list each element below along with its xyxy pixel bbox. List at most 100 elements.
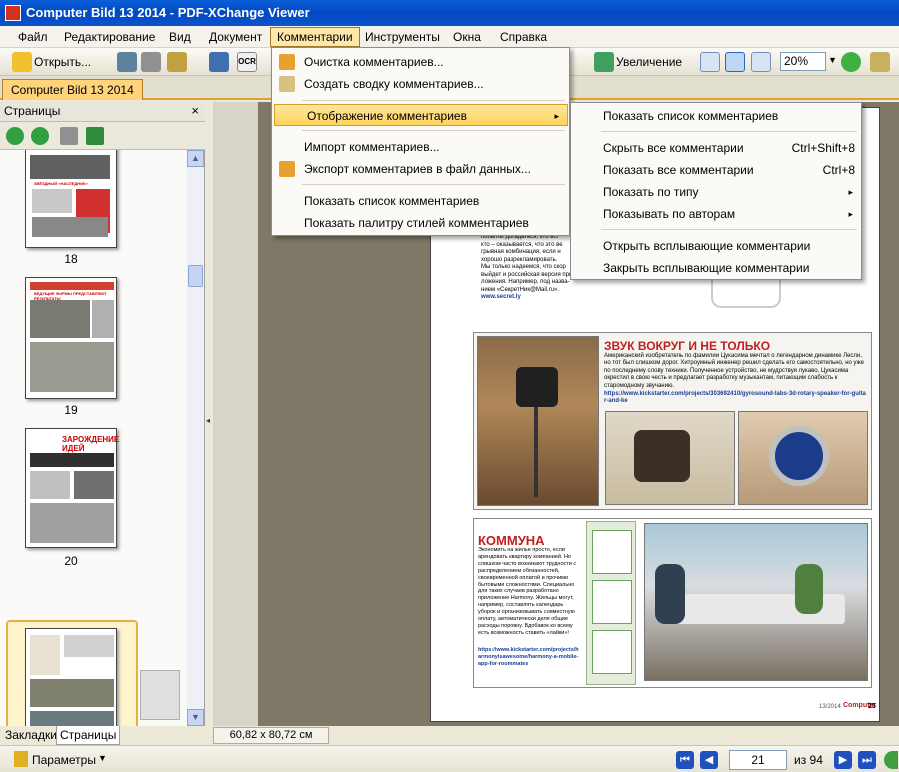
zoom-in-icon[interactable] (6, 127, 24, 145)
previous-page-edge (213, 102, 258, 726)
extract-pages-icon[interactable] (86, 127, 104, 145)
page-count: из 94 (794, 753, 823, 767)
menu-clear-comments[interactable]: Очистка комментариев... (272, 51, 569, 73)
comments-display-submenu: Показать список комментариев Скрыть все … (570, 102, 862, 280)
tool-icon[interactable] (870, 52, 890, 72)
panel-splitter[interactable]: ◂ (205, 102, 213, 726)
scroll-down-button[interactable]: ▼ (187, 709, 204, 726)
menu-separator (302, 130, 565, 131)
kommuna-body: Экономить на жилье просто, если арендова… (478, 547, 577, 636)
submenu-show-all-comments[interactable]: Показать все комментарии Ctrl+8 (571, 159, 861, 181)
footer-page-number: 25 (868, 703, 876, 710)
params-icon[interactable] (14, 751, 28, 767)
speaker-closeup-photo (605, 411, 735, 505)
sound-body: Американский изобретатель по фамилии Цук… (604, 353, 864, 389)
fit-width-icon[interactable] (751, 52, 771, 72)
menu-export-comments[interactable]: Экспорт комментариев в файл данных... (272, 158, 569, 180)
title-bar: Computer Bild 13 2014 - PDF-XChange View… (0, 0, 899, 26)
close-icon[interactable]: × (191, 104, 199, 118)
window-title: Computer Bild 13 2014 - PDF-XChange View… (26, 5, 310, 20)
zoom-input[interactable]: 20% (780, 52, 826, 71)
save-icon[interactable] (117, 52, 137, 72)
next-page-button[interactable]: ▶ (834, 751, 852, 769)
tab-pages[interactable]: Страницы (56, 726, 121, 745)
submenu-show-by-author[interactable]: Показывать по авторам ▸ (571, 203, 861, 225)
menu-separator (601, 229, 857, 230)
submenu-show-comments-list[interactable]: Показать список комментариев (571, 105, 861, 127)
eraser-icon (279, 54, 295, 70)
menu-summarize-comments[interactable]: Создать сводку комментариев... (272, 73, 569, 95)
menu-tools[interactable]: Инструменты (359, 29, 446, 46)
history-icon[interactable] (884, 751, 898, 769)
scroll-up-button[interactable]: ▲ (187, 150, 204, 167)
kommuna-link: https://www.kickstarter.com/projects/har… (478, 647, 579, 667)
pages-panel: Страницы × ЗВЁЗДНЫЙ «НАСЛЕДНИК» 18 ВЕДУЩ… (0, 102, 205, 726)
speaker-photo (477, 336, 599, 506)
menu-show-styles-palette[interactable]: Показать палитру стилей комментариев (272, 212, 569, 234)
params-dropdown-arrow[interactable]: ▼ (98, 753, 107, 763)
menu-show-comments-list[interactable]: Показать список комментариев (272, 190, 569, 212)
submenu-hide-all-comments[interactable]: Скрыть все комментарии Ctrl+Shift+8 (571, 137, 861, 159)
summary-icon (279, 76, 295, 92)
submenu-open-popups[interactable]: Открыть всплывающие комментарии (571, 235, 861, 257)
thumbnail-page-19[interactable]: ВЕДУЩИЕ ФИРМЫ ПРЕДСТАВЛЯЮТ РЕЗУЛЬТАТЫ (25, 277, 117, 399)
status-bar: Параметры ▼ ⏮ ◀ 21 из 94 ▶ ⏭ (0, 745, 899, 772)
thumbnail-page-21[interactable] (25, 628, 117, 726)
page-number-19: 19 (64, 403, 78, 417)
scroll-thumb[interactable] (188, 265, 203, 287)
page-stack-icon (140, 670, 180, 720)
sound-link: https://www.kickstarter.com/projects/303… (604, 391, 866, 405)
menu-comments[interactable]: Комментарии (270, 27, 360, 47)
thumbnails-scrollbar[interactable]: ▲ ▼ (187, 150, 204, 726)
menu-windows[interactable]: Окна (447, 29, 487, 46)
actual-size-icon[interactable] (700, 52, 720, 72)
kommuna-article: КОММУНА Экономить на жилье просто, если … (473, 518, 872, 688)
print-icon[interactable] (141, 52, 161, 72)
zoom-icon[interactable] (594, 52, 614, 72)
zoom-out-icon[interactable] (841, 52, 861, 72)
open-icon[interactable] (12, 52, 32, 72)
app-screenshots (586, 521, 636, 685)
page-dimensions: 60,82 x 80,72 см (213, 727, 329, 744)
page-number-18: 18 (64, 252, 78, 266)
submenu-close-popups[interactable]: Закрыть всплывающие комментарии (571, 257, 861, 279)
last-page-button[interactable]: ⏭ (858, 751, 876, 769)
side-tabs: Закладки Страницы (0, 726, 205, 745)
print-icon[interactable] (60, 127, 78, 145)
ocr-button[interactable]: OCR (237, 52, 257, 72)
pages-panel-title: Страницы (4, 104, 61, 118)
shortcut-label: Ctrl+8 (822, 163, 855, 177)
menu-document[interactable]: Документ (203, 29, 268, 46)
tab-bookmarks[interactable]: Закладки (2, 726, 60, 745)
first-page-button[interactable]: ⏮ (676, 751, 694, 769)
zoom-dropdown-arrow[interactable]: ▼ (828, 55, 837, 65)
menu-file[interactable]: Файл (12, 29, 54, 46)
menu-import-comments[interactable]: Импорт комментариев... (272, 136, 569, 158)
menu-view[interactable]: Вид (163, 29, 197, 46)
thumbnail-page-20[interactable]: ЗАРОЖДЕНИЕ ИДЕЙ (25, 428, 120, 548)
submenu-arrow-icon: ▸ (554, 111, 559, 121)
thumbnail-headline: ЗАРОЖДЕНИЕ ИДЕЙ (62, 435, 120, 453)
roommates-photo (644, 523, 868, 681)
zoom-button[interactable]: Увеличение (616, 55, 682, 69)
document-tab[interactable]: Computer Bild 13 2014 (2, 79, 143, 100)
menu-help[interactable]: Справка (494, 29, 553, 46)
pages-panel-toolbar (0, 122, 205, 150)
zoom-out-icon[interactable] (31, 127, 49, 145)
menu-edit[interactable]: Редактирование (58, 29, 161, 46)
sound-article: ЗВУК ВОКРУГ И НЕ ТОЛЬКО Американский изо… (473, 332, 872, 510)
sound-title: ЗВУК ВОКРУГ И НЕ ТОЛЬКО (604, 339, 771, 353)
page-thumbnails: ЗВЁЗДНЫЙ «НАСЛЕДНИК» 18 ВЕДУЩИЕ ФИРМЫ ПР… (0, 150, 187, 726)
page-number-input[interactable]: 21 (729, 750, 787, 770)
submenu-show-by-type[interactable]: Показать по типу ▸ (571, 181, 861, 203)
open-button[interactable]: Открыть... (34, 55, 91, 69)
export-icon (279, 161, 295, 177)
pages-panel-header: Страницы × (0, 102, 205, 122)
menu-comments-display[interactable]: Отображение комментариев ▸ (274, 104, 568, 126)
prev-page-button[interactable]: ◀ (700, 751, 718, 769)
thumbnail-page-18[interactable]: ЗВЁЗДНЫЙ «НАСЛЕДНИК» (25, 150, 117, 248)
email-icon[interactable] (167, 52, 187, 72)
params-button[interactable]: Параметры (32, 753, 96, 767)
scan-icon[interactable] (209, 52, 229, 72)
fit-page-icon[interactable] (725, 52, 745, 72)
